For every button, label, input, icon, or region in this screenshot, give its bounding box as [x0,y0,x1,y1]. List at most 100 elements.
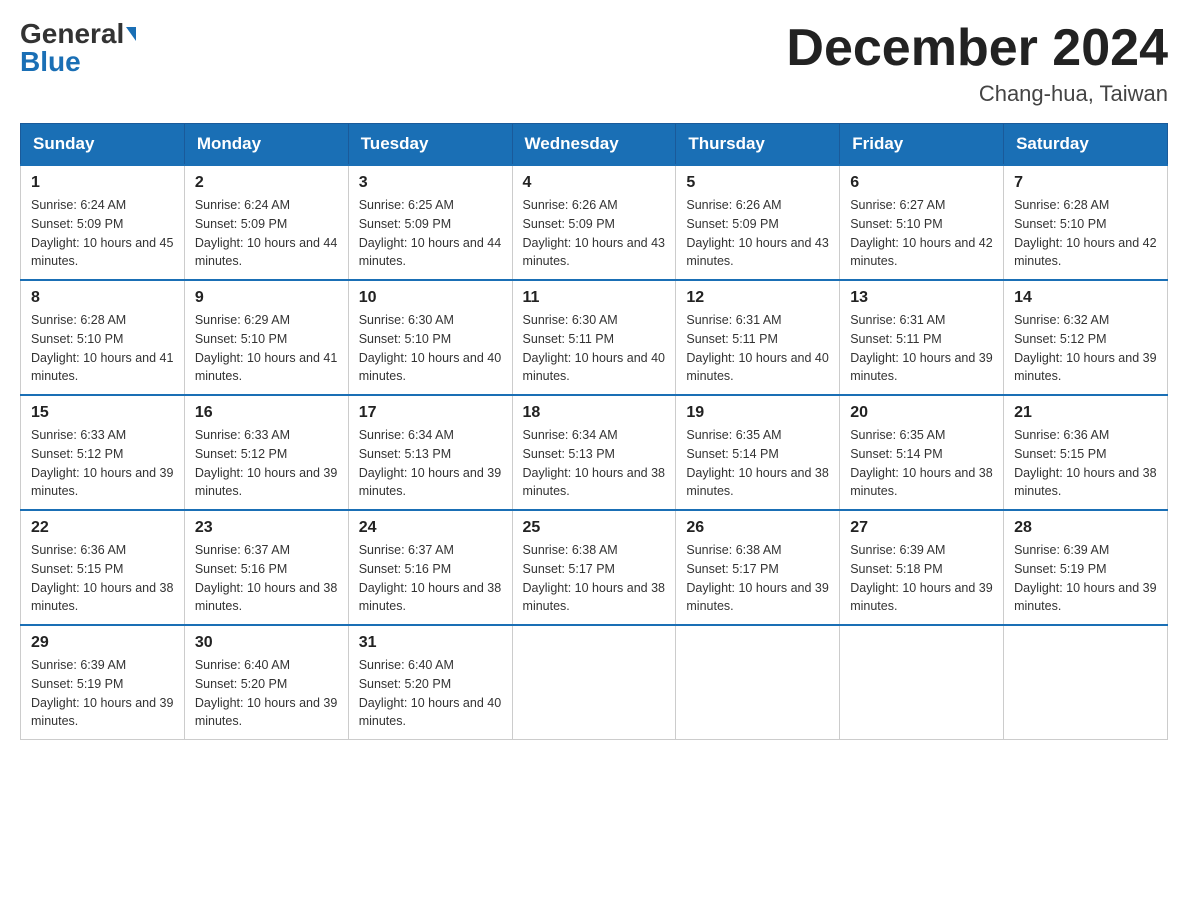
day-number: 7 [1014,174,1157,192]
day-number: 6 [850,174,993,192]
day-info: Sunrise: 6:36 AM Sunset: 5:15 PM Dayligh… [31,541,174,616]
month-title: December 2024 [786,20,1168,77]
weekday-header-wednesday: Wednesday [512,124,676,166]
day-info: Sunrise: 6:34 AM Sunset: 5:13 PM Dayligh… [359,426,502,501]
day-number: 13 [850,289,993,307]
calendar-cell: 27 Sunrise: 6:39 AM Sunset: 5:18 PM Dayl… [840,510,1004,625]
day-info: Sunrise: 6:39 AM Sunset: 5:18 PM Dayligh… [850,541,993,616]
calendar-cell: 23 Sunrise: 6:37 AM Sunset: 5:16 PM Dayl… [184,510,348,625]
day-info: Sunrise: 6:33 AM Sunset: 5:12 PM Dayligh… [195,426,338,501]
day-number: 16 [195,404,338,422]
calendar-cell: 6 Sunrise: 6:27 AM Sunset: 5:10 PM Dayli… [840,165,1004,280]
week-row-3: 15 Sunrise: 6:33 AM Sunset: 5:12 PM Dayl… [21,395,1168,510]
day-info: Sunrise: 6:40 AM Sunset: 5:20 PM Dayligh… [195,656,338,731]
calendar-cell: 16 Sunrise: 6:33 AM Sunset: 5:12 PM Dayl… [184,395,348,510]
calendar-cell: 8 Sunrise: 6:28 AM Sunset: 5:10 PM Dayli… [21,280,185,395]
day-info: Sunrise: 6:26 AM Sunset: 5:09 PM Dayligh… [523,196,666,271]
day-number: 1 [31,174,174,192]
calendar-cell: 20 Sunrise: 6:35 AM Sunset: 5:14 PM Dayl… [840,395,1004,510]
calendar-cell: 11 Sunrise: 6:30 AM Sunset: 5:11 PM Dayl… [512,280,676,395]
weekday-header-sunday: Sunday [21,124,185,166]
day-number: 14 [1014,289,1157,307]
calendar-cell: 13 Sunrise: 6:31 AM Sunset: 5:11 PM Dayl… [840,280,1004,395]
calendar-cell: 31 Sunrise: 6:40 AM Sunset: 5:20 PM Dayl… [348,625,512,740]
logo-triangle-icon [126,27,136,41]
day-number: 9 [195,289,338,307]
day-number: 20 [850,404,993,422]
day-info: Sunrise: 6:34 AM Sunset: 5:13 PM Dayligh… [523,426,666,501]
day-number: 18 [523,404,666,422]
day-info: Sunrise: 6:31 AM Sunset: 5:11 PM Dayligh… [686,311,829,386]
day-info: Sunrise: 6:27 AM Sunset: 5:10 PM Dayligh… [850,196,993,271]
calendar-cell: 7 Sunrise: 6:28 AM Sunset: 5:10 PM Dayli… [1004,165,1168,280]
calendar-cell: 28 Sunrise: 6:39 AM Sunset: 5:19 PM Dayl… [1004,510,1168,625]
day-number: 11 [523,289,666,307]
day-info: Sunrise: 6:31 AM Sunset: 5:11 PM Dayligh… [850,311,993,386]
day-number: 30 [195,634,338,652]
calendar-cell [840,625,1004,740]
day-number: 31 [359,634,502,652]
calendar-cell: 1 Sunrise: 6:24 AM Sunset: 5:09 PM Dayli… [21,165,185,280]
calendar-table: SundayMondayTuesdayWednesdayThursdayFrid… [20,123,1168,740]
calendar-cell: 12 Sunrise: 6:31 AM Sunset: 5:11 PM Dayl… [676,280,840,395]
day-info: Sunrise: 6:39 AM Sunset: 5:19 PM Dayligh… [31,656,174,731]
day-info: Sunrise: 6:30 AM Sunset: 5:11 PM Dayligh… [523,311,666,386]
day-number: 5 [686,174,829,192]
day-number: 10 [359,289,502,307]
day-info: Sunrise: 6:36 AM Sunset: 5:15 PM Dayligh… [1014,426,1157,501]
calendar-cell: 9 Sunrise: 6:29 AM Sunset: 5:10 PM Dayli… [184,280,348,395]
day-info: Sunrise: 6:28 AM Sunset: 5:10 PM Dayligh… [31,311,174,386]
calendar-cell: 19 Sunrise: 6:35 AM Sunset: 5:14 PM Dayl… [676,395,840,510]
calendar-cell: 3 Sunrise: 6:25 AM Sunset: 5:09 PM Dayli… [348,165,512,280]
calendar-cell: 30 Sunrise: 6:40 AM Sunset: 5:20 PM Dayl… [184,625,348,740]
calendar-cell: 17 Sunrise: 6:34 AM Sunset: 5:13 PM Dayl… [348,395,512,510]
weekday-header-tuesday: Tuesday [348,124,512,166]
day-info: Sunrise: 6:37 AM Sunset: 5:16 PM Dayligh… [195,541,338,616]
weekday-header-monday: Monday [184,124,348,166]
calendar-cell: 26 Sunrise: 6:38 AM Sunset: 5:17 PM Dayl… [676,510,840,625]
day-number: 21 [1014,404,1157,422]
day-number: 26 [686,519,829,537]
calendar-cell [676,625,840,740]
day-number: 12 [686,289,829,307]
day-number: 8 [31,289,174,307]
calendar-cell: 14 Sunrise: 6:32 AM Sunset: 5:12 PM Dayl… [1004,280,1168,395]
day-number: 24 [359,519,502,537]
day-number: 28 [1014,519,1157,537]
day-number: 19 [686,404,829,422]
day-info: Sunrise: 6:25 AM Sunset: 5:09 PM Dayligh… [359,196,502,271]
day-number: 17 [359,404,502,422]
weekday-header-row: SundayMondayTuesdayWednesdayThursdayFrid… [21,124,1168,166]
day-number: 29 [31,634,174,652]
logo-blue: Blue [20,48,81,76]
day-info: Sunrise: 6:35 AM Sunset: 5:14 PM Dayligh… [850,426,993,501]
day-info: Sunrise: 6:29 AM Sunset: 5:10 PM Dayligh… [195,311,338,386]
day-info: Sunrise: 6:26 AM Sunset: 5:09 PM Dayligh… [686,196,829,271]
location-title: Chang-hua, Taiwan [786,81,1168,107]
day-info: Sunrise: 6:24 AM Sunset: 5:09 PM Dayligh… [31,196,174,271]
day-number: 23 [195,519,338,537]
calendar-cell: 21 Sunrise: 6:36 AM Sunset: 5:15 PM Dayl… [1004,395,1168,510]
day-number: 3 [359,174,502,192]
day-info: Sunrise: 6:35 AM Sunset: 5:14 PM Dayligh… [686,426,829,501]
weekday-header-thursday: Thursday [676,124,840,166]
day-info: Sunrise: 6:39 AM Sunset: 5:19 PM Dayligh… [1014,541,1157,616]
day-info: Sunrise: 6:30 AM Sunset: 5:10 PM Dayligh… [359,311,502,386]
day-info: Sunrise: 6:24 AM Sunset: 5:09 PM Dayligh… [195,196,338,271]
day-info: Sunrise: 6:40 AM Sunset: 5:20 PM Dayligh… [359,656,502,731]
header: General Blue December 2024 Chang-hua, Ta… [20,20,1168,107]
day-number: 2 [195,174,338,192]
calendar-cell [1004,625,1168,740]
day-info: Sunrise: 6:32 AM Sunset: 5:12 PM Dayligh… [1014,311,1157,386]
calendar-cell: 15 Sunrise: 6:33 AM Sunset: 5:12 PM Dayl… [21,395,185,510]
calendar-cell: 29 Sunrise: 6:39 AM Sunset: 5:19 PM Dayl… [21,625,185,740]
day-number: 22 [31,519,174,537]
day-info: Sunrise: 6:33 AM Sunset: 5:12 PM Dayligh… [31,426,174,501]
calendar-cell: 5 Sunrise: 6:26 AM Sunset: 5:09 PM Dayli… [676,165,840,280]
day-info: Sunrise: 6:38 AM Sunset: 5:17 PM Dayligh… [686,541,829,616]
calendar-cell [512,625,676,740]
logo: General Blue [20,20,136,76]
week-row-4: 22 Sunrise: 6:36 AM Sunset: 5:15 PM Dayl… [21,510,1168,625]
weekday-header-saturday: Saturday [1004,124,1168,166]
day-number: 25 [523,519,666,537]
